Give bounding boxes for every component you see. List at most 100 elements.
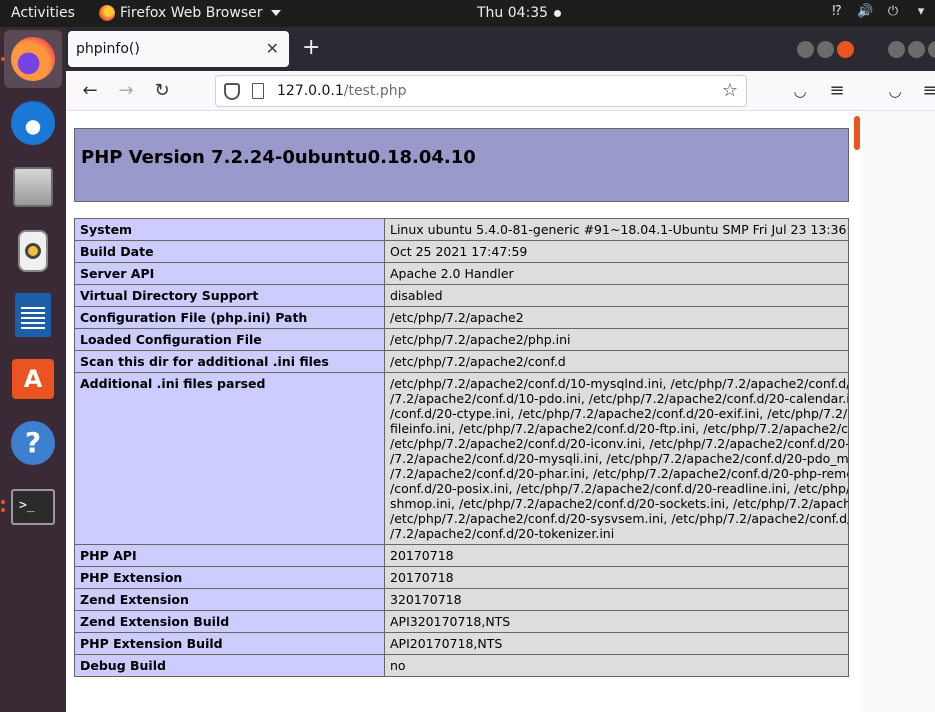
table-row: PHP Extension 20170718 <box>74 566 849 589</box>
table-row: PHP Extension Build API20170718,NTS <box>74 632 849 655</box>
minimize-button[interactable] <box>888 41 905 58</box>
row-key: PHP Extension <box>74 566 385 589</box>
shield-icon[interactable] <box>224 83 240 100</box>
scrollbar-thumb[interactable] <box>854 116 860 150</box>
reload-button[interactable]: ↻ <box>151 80 173 102</box>
row-value: /etc/php/7.2/apache2/php.ini <box>384 328 849 351</box>
bookmark-star-icon[interactable]: ☆ <box>722 80 738 101</box>
thunderbird-icon <box>11 101 55 145</box>
menu-icon[interactable]: ≡ <box>826 80 848 102</box>
tab-title: phpinfo() <box>76 41 140 57</box>
app-menu[interactable]: Firefox Web Browser <box>99 5 281 21</box>
firefox-icon <box>11 37 55 81</box>
pocket-icon[interactable]: ◡ <box>884 80 906 102</box>
dock-files[interactable] <box>4 158 62 216</box>
row-value-line: fileinfo.ini, /etc/php/7.2/apache2/conf.… <box>390 421 849 436</box>
row-key: Server API <box>74 262 385 285</box>
page-content[interactable]: PHP Version 7.2.24-0ubuntu0.18.04.10 Sys… <box>66 112 861 712</box>
table-row: Loaded Configuration File/etc/php/7.2/ap… <box>74 328 849 351</box>
row-key: Debug Build <box>74 654 385 677</box>
dock-terminal[interactable]: >_ <box>1 478 62 536</box>
table-row: System Linux ubuntu 5.4.0-81-generic #91~… <box>74 218 849 241</box>
top-bar: Activities Firefox Web Browser Thu 04:35… <box>0 0 935 27</box>
clock-label: Thu 04:35 <box>477 5 549 21</box>
activities-button[interactable]: Activities <box>11 5 75 21</box>
url-host: 127.0.0.1 <box>277 83 344 99</box>
back-button[interactable]: ← <box>79 80 101 102</box>
row-value: Oct 25 2021 17:47:59 <box>384 240 849 263</box>
row-value: 320170718 <box>384 588 849 611</box>
clock[interactable]: Thu 04:35 <box>477 5 562 21</box>
dock-help[interactable]: ? <box>4 414 62 472</box>
url-path: /test.php <box>343 83 407 99</box>
files-icon <box>13 167 53 207</box>
row-key: Virtual Directory Support <box>74 284 385 307</box>
app-menu-label: Firefox Web Browser <box>120 5 263 21</box>
row-value: no <box>384 654 849 677</box>
table-row: Configuration File (php.ini) Path/etc/ph… <box>74 306 849 329</box>
pocket-icon[interactable]: ◡ <box>789 80 811 102</box>
firefox-icon <box>99 5 115 21</box>
php-version-title: PHP Version 7.2.24-0ubuntu0.18.04.10 <box>81 147 476 168</box>
maximize-button[interactable] <box>908 41 925 58</box>
help-icon: ? <box>11 421 55 465</box>
close-tab-icon[interactable]: ✕ <box>266 39 279 58</box>
row-value-line: /etc/php/7.2/apache2/conf.d/20-sysvsem.i… <box>390 511 849 526</box>
close-window-button[interactable] <box>928 41 935 58</box>
running-indicator <box>1 500 5 504</box>
row-key: Loaded Configuration File <box>74 328 385 351</box>
row-value-line: /7.2/apache2/conf.d/10-pdo.ini, /etc/php… <box>390 391 849 406</box>
row-value-line: /etc/php/7.2/apache2/conf.d/10-mysqlnd.i… <box>390 376 849 391</box>
row-value: /etc/php/7.2/apache2 <box>384 306 849 329</box>
row-key: Scan this dir for additional .ini files <box>74 350 385 373</box>
row-value: Linux ubuntu 5.4.0-81-generic #91~18.04.… <box>384 218 849 241</box>
dock-writer[interactable] <box>4 286 62 344</box>
row-key: PHP API <box>74 544 385 567</box>
running-indicator <box>1 508 5 512</box>
tab-strip: phpinfo() ✕ + <box>66 27 861 71</box>
chevron-down-icon <box>270 10 281 16</box>
accessibility-icon[interactable]: ⁉ <box>829 4 845 20</box>
notification-dot-icon <box>554 9 562 17</box>
row-value-line: /7.2/apache2/conf.d/20-mysqli.ini, /etc/… <box>390 451 849 466</box>
row-key: Additional .ini files parsed <box>74 372 385 545</box>
nav-bar: ◡ ≡ <box>861 71 935 111</box>
forward-button[interactable]: → <box>115 80 137 102</box>
dock-rhythmbox[interactable] <box>4 222 62 280</box>
new-tab-button[interactable]: + <box>302 35 320 60</box>
url-text[interactable]: 127.0.0.1/test.php <box>277 83 407 99</box>
table-row: Scan this dir for additional .ini files /… <box>74 350 849 373</box>
table-row: Zend Extension Build API320170718,NTS <box>74 610 849 633</box>
row-value-line: /conf.d/20-ctype.ini, /etc/php/7.2/apach… <box>390 406 849 421</box>
tab-strip <box>861 27 935 71</box>
url-bar[interactable]: 127.0.0.1/test.php ☆ <box>215 75 747 107</box>
row-value: 20170718 <box>384 566 849 589</box>
maximize-button[interactable] <box>817 41 834 58</box>
chevron-down-icon[interactable]: ▾ <box>913 4 929 20</box>
tab-phpinfo[interactable]: phpinfo() ✕ <box>68 31 289 67</box>
close-window-button[interactable] <box>837 41 854 58</box>
page-icon[interactable] <box>252 83 264 99</box>
table-row: Server API Apache 2.0 Handler <box>74 262 849 285</box>
row-value: API20170718,NTS <box>384 632 849 655</box>
table-row: Debug Build no <box>74 654 849 677</box>
terminal-icon: >_ <box>11 489 55 525</box>
row-value: 20170718 <box>384 544 849 567</box>
dock-thunderbird[interactable] <box>4 94 62 152</box>
dock-firefox[interactable] <box>1 30 62 88</box>
row-value-line: /7.2/apache2/conf.d/20-phar.ini, /etc/ph… <box>390 466 849 481</box>
table-row: Additional .ini files parsed/etc/php/7.2… <box>74 372 849 545</box>
system-tray[interactable]: ⁉ 🔊 ⏻ ▾ <box>829 4 935 20</box>
row-key: Zend Extension Build <box>74 610 385 633</box>
power-icon[interactable]: ⏻ <box>885 4 901 20</box>
menu-icon[interactable]: ≡ <box>919 80 935 102</box>
dock-software[interactable]: A <box>4 350 62 408</box>
table-row: PHP API 20170718 <box>74 544 849 567</box>
nav-bar: ← → ↻ 127.0.0.1/test.php ☆ ◡ ≡ <box>66 71 861 111</box>
row-value: /etc/php/7.2/apache2/conf.d <box>384 350 849 373</box>
row-value: /etc/php/7.2/apache2/conf.d/10-mysqlnd.i… <box>384 372 849 545</box>
volume-icon[interactable]: 🔊 <box>857 4 873 20</box>
minimize-button[interactable] <box>797 41 814 58</box>
table-row: Zend Extension 320170718 <box>74 588 849 611</box>
firefox-window: phpinfo() ✕ + ← → ↻ 127.0.0.1/test.php ☆… <box>66 27 861 712</box>
